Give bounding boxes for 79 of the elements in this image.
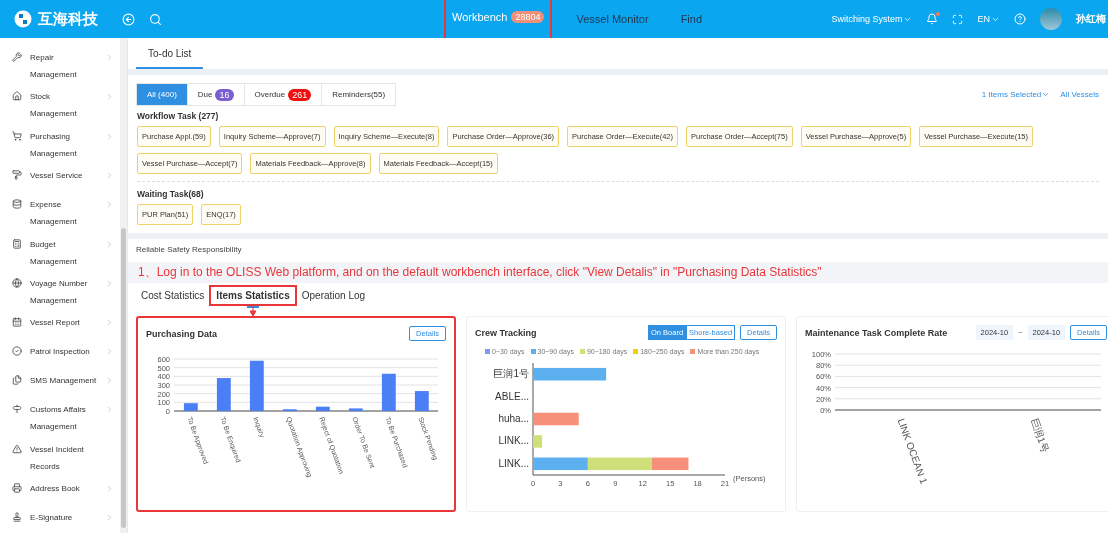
bar	[216, 378, 231, 411]
bar	[381, 373, 396, 411]
count-badge: 261	[288, 88, 312, 101]
bar	[533, 457, 588, 471]
stats-tab[interactable]: Cost Statistics	[136, 287, 210, 304]
card-title: Maintenance Task Complete Rate	[805, 327, 948, 338]
section-title: Reliable Safety Responsibility	[136, 245, 243, 256]
nav-tab[interactable]: Find	[672, 0, 711, 38]
bar	[183, 403, 198, 411]
card-title: Purchasing Data	[146, 328, 218, 339]
menu-item[interactable]: Repair Management	[30, 49, 97, 83]
menu-item[interactable]: Customs Affairs Management	[30, 401, 97, 436]
count-badge: 16	[215, 88, 234, 101]
menu-icon	[12, 52, 22, 62]
logo-icon	[14, 10, 32, 28]
menu-icon	[12, 375, 22, 386]
menu-item[interactable]: Address Book	[30, 480, 97, 497]
menu-icon	[12, 483, 22, 493]
fullscreen-icon[interactable]	[952, 13, 964, 25]
help-icon[interactable]	[1014, 13, 1026, 25]
axis-label: 巨润1号	[493, 368, 529, 380]
vessels-dropdown[interactable]: All Vessels	[1060, 90, 1099, 99]
filter-tab[interactable]: Due 16	[186, 83, 245, 106]
group-title: Workflow Task (277)	[137, 111, 220, 121]
filter-tab[interactable]: Reminders(55)	[321, 83, 397, 106]
group-title: Waiting Task(68)	[137, 189, 205, 199]
menu-item[interactable]: Stock Management	[30, 88, 97, 123]
bar	[414, 391, 429, 411]
menu-item[interactable]: Budget Management	[30, 235, 97, 270]
menu-icon	[12, 199, 22, 210]
legend-swatch	[530, 349, 536, 354]
menu-icon	[12, 130, 22, 141]
count-badge: 28804	[511, 11, 545, 23]
menu-item[interactable]: SMS Management	[30, 372, 97, 390]
bar	[348, 408, 363, 411]
bell-icon[interactable]	[926, 13, 939, 25]
logo-text: 互海科技	[38, 9, 98, 29]
legend-swatch	[633, 349, 639, 354]
menu-icon	[12, 346, 22, 357]
menu-item[interactable]: Expense Management	[30, 196, 97, 231]
scrollbar-thumb[interactable]	[121, 228, 126, 528]
bar	[315, 406, 330, 411]
search-icon[interactable]	[149, 12, 162, 26]
bar	[533, 412, 579, 426]
axis-label: huha...	[498, 413, 529, 424]
menu-item[interactable]: Vessel Incident Records	[30, 440, 108, 475]
legend-swatch	[485, 349, 490, 354]
card-title: Crew Tracking	[475, 327, 537, 338]
menu-item[interactable]: Voyage Number Management	[30, 274, 97, 309]
axis-label: ABLE...	[495, 390, 529, 402]
menu-icon	[12, 238, 22, 249]
menu-icon	[12, 317, 22, 328]
avatar[interactable]	[1040, 8, 1062, 30]
menu-icon	[12, 91, 22, 102]
menu-item[interactable]: E-Signature	[30, 509, 97, 526]
menu-icon	[12, 277, 22, 288]
items-selected-dropdown[interactable]: 1 Items Selected	[981, 90, 1051, 99]
menu-icon	[12, 170, 22, 181]
menu-item[interactable]: Vessel Service	[30, 167, 97, 185]
axis-label: LINK...	[498, 457, 529, 469]
stats-tab[interactable]: Operation Log	[296, 287, 371, 304]
caret-icon	[1041, 90, 1051, 99]
menu-icon	[12, 404, 22, 415]
menu-icon	[12, 512, 22, 522]
bar	[533, 435, 543, 448]
back-icon[interactable]	[122, 12, 135, 26]
bar	[249, 360, 264, 411]
legend-swatch	[690, 349, 696, 354]
menu-item[interactable]: Patrol Inspection	[30, 343, 97, 361]
menu-item[interactable]: Vessel Report	[30, 314, 97, 332]
filter-tab[interactable]: Overdue 261	[243, 83, 323, 106]
axis-label: 巨润1号	[1028, 416, 1052, 455]
page-tab[interactable]: To-do List	[136, 48, 204, 69]
instruction-text: 1、Log in to the OLISS Web platform, and on the default workbench interface, click "View Detalis" in "Purchasing Data Statistics"	[128, 262, 1108, 283]
nav-tab[interactable]: Vessel Monitor	[568, 0, 657, 38]
legend-swatch	[579, 349, 585, 354]
axis-label: LINK...	[498, 435, 529, 447]
menu-item[interactable]: Purchasing Management	[30, 127, 97, 162]
menu-icon	[12, 443, 22, 454]
